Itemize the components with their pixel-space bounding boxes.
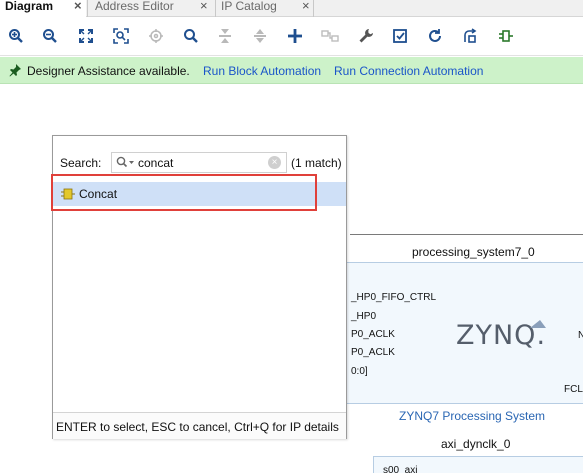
- popup-footer: ENTER to select, ESC to cancel, Ctrl+Q f…: [53, 412, 346, 439]
- ps-port-label: 0:0]: [351, 366, 368, 377]
- popup-help-text: ENTER to select, ESC to cancel, Ctrl+Q f…: [56, 420, 339, 434]
- add-ip-icon[interactable]: [284, 25, 306, 47]
- pin-icon[interactable]: [495, 25, 517, 47]
- ps-port-label-right: N: [578, 330, 583, 341]
- target-icon: [145, 25, 167, 47]
- zynq-logo-mark-icon: [528, 318, 548, 333]
- tab-diagram[interactable]: Diagram ×: [0, 0, 86, 17]
- diagram-toolbar: [0, 18, 583, 56]
- search-input[interactable]: [138, 154, 264, 171]
- expand-icon: [249, 25, 271, 47]
- ps-port-label: P0_ACLK: [351, 347, 395, 358]
- validate-icon[interactable]: [389, 25, 411, 47]
- collapse-icon: [214, 25, 236, 47]
- processing-system-subtitle: ZYNQ7 Processing System: [399, 409, 546, 423]
- match-count: (1 match): [291, 156, 342, 170]
- search-field[interactable]: ×: [111, 152, 287, 173]
- zoom-out-icon[interactable]: [39, 25, 61, 47]
- search-label: Search:: [60, 156, 102, 170]
- axi-dynclk-port-label: s00_axi: [383, 465, 418, 473]
- ps-port-label: _HP0_FIFO_CTRL: [351, 292, 437, 303]
- clear-search-icon[interactable]: ×: [268, 156, 281, 169]
- tab-ip-catalog-close-icon[interactable]: ×: [302, 0, 310, 12]
- fit-full-icon[interactable]: [75, 25, 97, 47]
- connect-icon: [319, 25, 341, 47]
- tab-address-editor-close-icon[interactable]: ×: [200, 0, 208, 12]
- search-dropdown-icon[interactable]: [116, 156, 136, 172]
- editor-tab-bar: Diagram × Address Editor × IP Catalog ×: [0, 0, 583, 17]
- tab-divider: [313, 0, 314, 17]
- run-block-automation-link[interactable]: Run Block Automation: [203, 64, 321, 78]
- assistance-message: Designer Assistance available.: [27, 64, 190, 78]
- processing-system-title: processing_system7_0: [412, 245, 535, 259]
- regenerate-layout-icon[interactable]: [459, 25, 481, 47]
- tab-ip-catalog[interactable]: IP Catalog ×: [216, 0, 316, 17]
- wrench-icon[interactable]: [355, 25, 377, 47]
- result-highlight-box: [51, 174, 317, 211]
- tab-diagram-close-icon[interactable]: ×: [74, 0, 82, 12]
- designer-assistance-bar: Designer Assistance available. Run Block…: [0, 57, 583, 84]
- zoom-area-icon[interactable]: [110, 25, 132, 47]
- tab-diagram-label: Diagram: [5, 0, 54, 13]
- zoom-in-icon[interactable]: [5, 25, 27, 47]
- ps-port-label: _HP0: [351, 311, 377, 322]
- tab-address-editor[interactable]: Address Editor ×: [88, 0, 214, 17]
- assistance-pin-icon: [9, 63, 22, 80]
- ps-port-label: P0_ACLK: [351, 329, 395, 340]
- axi-dynclk-title: axi_dynclk_0: [441, 437, 511, 451]
- search-icon[interactable]: [180, 25, 202, 47]
- ps-port-label-right: FCL: [564, 384, 583, 395]
- refresh-icon[interactable]: [424, 25, 446, 47]
- tab-ip-catalog-label: IP Catalog: [221, 0, 277, 13]
- run-connection-automation-link[interactable]: Run Connection Automation: [334, 64, 483, 78]
- tab-address-editor-label: Address Editor: [95, 0, 174, 13]
- hierarchy-line: [350, 234, 583, 235]
